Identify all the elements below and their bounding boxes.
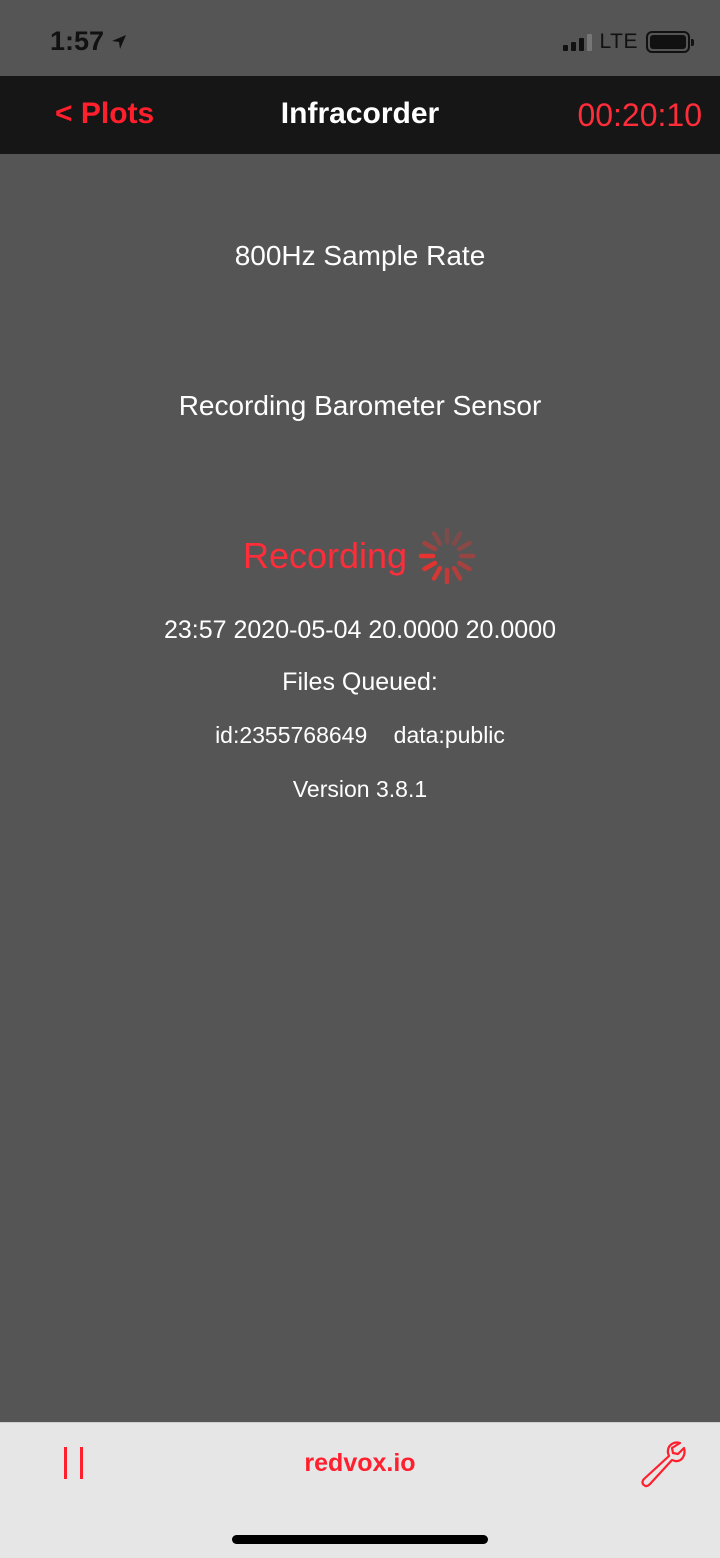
activity-spinner-icon: [418, 527, 476, 585]
data-access-label: data:public: [393, 722, 505, 748]
bottom-toolbar: redvox.io: [0, 1422, 720, 1558]
recording-status: Recording: [0, 526, 720, 586]
status-time: 1:57: [50, 26, 128, 57]
location-arrow-icon: [112, 34, 127, 49]
brand-link[interactable]: redvox.io: [0, 1449, 720, 1478]
recording-label: Recording: [242, 535, 408, 576]
battery-icon: [646, 31, 694, 53]
status-bar: 1:57 LTE: [0, 0, 720, 76]
station-id: id:2355768649: [215, 722, 368, 748]
station-info: id:2355768649 data:public: [0, 722, 720, 749]
navigation-bar: < Plots Infracorder 00:20:10: [0, 76, 720, 154]
status-indicators: LTE: [562, 30, 694, 54]
files-queued-label: Files Queued:: [282, 668, 438, 696]
main-content: 800Hz Sample Rate Recording Barometer Se…: [0, 154, 720, 1422]
timestamp-location-line: 23:57 2020-05-04 20.0000 20.0000: [163, 616, 557, 644]
version-label: Version 3.8.1: [292, 776, 428, 802]
sensor-label: Recording Barometer Sensor: [178, 390, 542, 421]
recording-timer: 00:20:10: [577, 97, 702, 133]
settings-button[interactable]: [636, 1437, 688, 1489]
home-indicator[interactable]: [232, 1535, 488, 1544]
status-time-label: 1:57: [50, 26, 105, 56]
sample-rate-label: 800Hz Sample Rate: [234, 240, 486, 271]
cellular-signal-icon: [562, 33, 592, 51]
wrench-icon: [641, 1441, 686, 1488]
network-type: LTE: [599, 30, 638, 53]
